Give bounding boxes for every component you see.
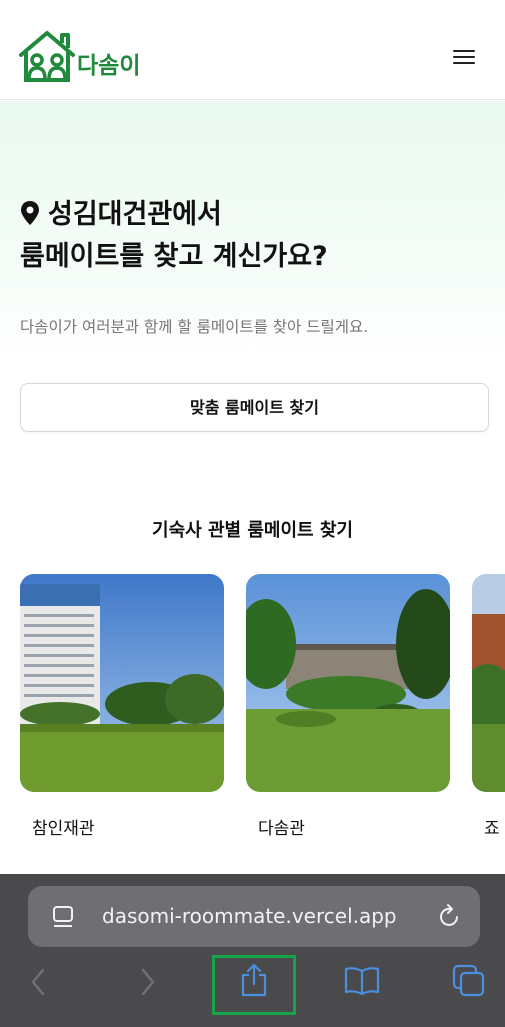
hero-subtitle: 다솜이가 여러분과 함께 할 룸메이트를 찾아 드릴게요.: [20, 318, 369, 336]
menu-line-icon: [453, 50, 475, 52]
reload-icon[interactable]: [438, 903, 462, 929]
dorm-photo: [246, 574, 450, 792]
tabs-icon[interactable]: [452, 964, 486, 998]
bookmarks-icon[interactable]: [344, 966, 380, 996]
forward-arrow-icon[interactable]: [140, 968, 156, 996]
hero-title-line1: 성김대건관에서: [48, 199, 222, 230]
dorm-name: 참인재관: [32, 819, 95, 839]
dorm-name: 죠: [484, 819, 500, 839]
location-pin-icon: [21, 201, 39, 225]
dorm-card[interactable]: 참인재관: [20, 574, 224, 839]
site-header: 다솜이: [0, 0, 505, 100]
dorm-name: 다솜관: [258, 819, 305, 839]
brand-name: 다솜이: [77, 53, 141, 79]
dorm-photo: [472, 574, 505, 792]
dorm-photo: [20, 574, 224, 792]
share-highlight-box: [212, 955, 296, 1015]
find-roommate-button[interactable]: 맞춤 룸메이트 찾기: [20, 383, 489, 432]
url-text: dasomi-roommate.vercel.app: [102, 904, 397, 928]
hero-title-line2: 룸메이트를 찾고 계신가요?: [20, 241, 328, 272]
hamburger-menu-button[interactable]: [453, 50, 475, 68]
menu-line-icon: [453, 62, 475, 64]
dorm-card[interactable]: 죠: [472, 574, 505, 839]
back-arrow-icon[interactable]: [30, 968, 46, 996]
dorm-card[interactable]: 다솜관: [246, 574, 450, 839]
hero-title: 성김대건관에서 룸메이트를 찾고 계신가요?: [20, 194, 490, 278]
dorm-section-title: 기숙사 관별 룸메이트 찾기: [152, 520, 353, 541]
menu-line-icon: [453, 56, 475, 58]
house-logo-icon: [19, 31, 75, 82]
brand-logo[interactable]: 다솜이: [18, 30, 140, 82]
reader-mode-icon[interactable]: [52, 905, 76, 929]
